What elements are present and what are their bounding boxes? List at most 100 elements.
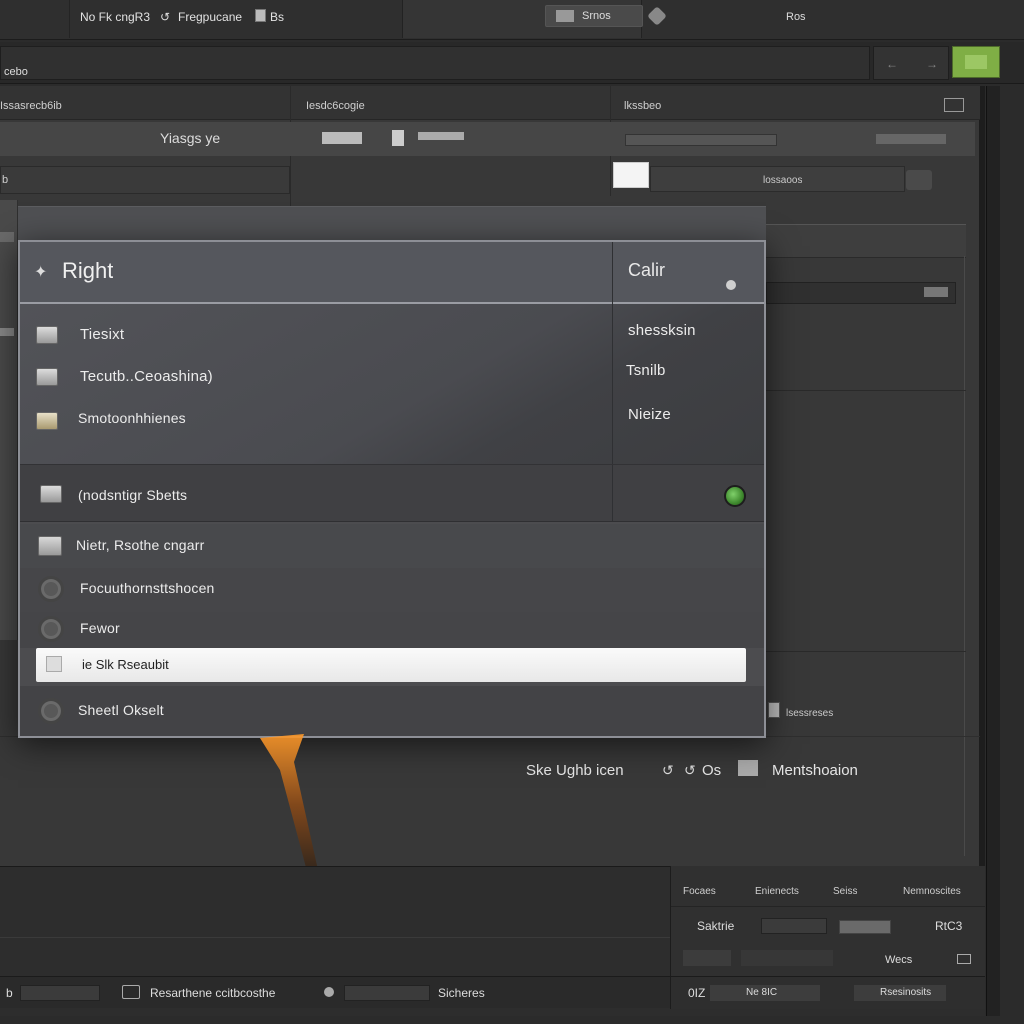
radio-icon — [38, 698, 64, 724]
tag-icon[interactable] — [647, 6, 667, 26]
tab-focus[interactable]: Focaes — [683, 886, 716, 897]
ruler-marker-b[interactable] — [392, 130, 404, 146]
monitor-icon[interactable] — [122, 985, 140, 999]
record-icon[interactable] — [324, 987, 334, 997]
dialog-tab-strip — [18, 206, 766, 242]
option-label: Nietr, Rsothe cngarr — [76, 537, 205, 553]
dialog-header: ✦ Right Calir — [20, 242, 764, 304]
dot-indicator — [726, 280, 736, 290]
list-item-label: Tiesixt — [80, 326, 125, 343]
status-indicator-icon[interactable] — [724, 485, 746, 507]
vertical-scrollbar[interactable] — [986, 86, 1000, 1016]
checkbox-icon — [38, 536, 62, 556]
tab-elements[interactable]: Enienects — [755, 886, 799, 897]
option-label: ie Slk Rseaubit — [82, 657, 169, 672]
option-row-selected[interactable]: ie Slk Rseaubit — [36, 648, 746, 682]
note-icon — [768, 702, 780, 718]
menu-corner — [0, 0, 70, 38]
option-label: Sheetl Okselt — [78, 702, 164, 718]
left-gutter — [0, 200, 18, 640]
radio-icon — [38, 576, 64, 602]
property-field-a[interactable] — [761, 918, 827, 934]
option-label: Focuuthornsttshocen — [80, 580, 215, 596]
progress-track[interactable] — [625, 134, 777, 146]
property-value: RtC3 — [935, 919, 963, 933]
right-field-button[interactable] — [906, 170, 932, 190]
status-field-3[interactable]: Ne 8IC — [710, 985, 820, 1001]
radio-icon — [38, 616, 64, 642]
ruler-marker-a[interactable] — [322, 132, 362, 144]
back-icon[interactable]: ← — [886, 57, 898, 71]
clock-icon-2: ↺ — [662, 762, 674, 778]
menu-item-bs[interactable]: Bs — [270, 10, 284, 24]
play-icon — [965, 55, 987, 69]
list-item-side: shessksin — [628, 322, 696, 339]
status-field[interactable] — [20, 985, 100, 1001]
side-panel-field-icon — [924, 287, 948, 297]
option-row[interactable]: Sheetl Okselt — [20, 686, 764, 736]
status-field-4[interactable]: Rsesinosits — [854, 985, 946, 1001]
property-label: Saktrie — [697, 919, 735, 933]
forward-icon[interactable]: → — [926, 57, 938, 71]
option-row-active[interactable]: (nodsntigr Sbetts — [20, 464, 764, 522]
search-button[interactable]: Srnos — [545, 5, 643, 27]
option-row[interactable]: Nietr, Rsothe cngarr — [20, 524, 764, 568]
side-note: lsessreses — [786, 708, 834, 719]
property-field-c[interactable] — [741, 950, 833, 966]
panel-title-mid: Iesdc6cogie — [306, 100, 365, 112]
image-icon — [40, 485, 62, 503]
color-swatch[interactable] — [613, 162, 649, 188]
property-value-2: Wecs — [885, 954, 913, 966]
status-mid-label: Resarthene ccitbcosthe — [150, 986, 276, 1000]
run-button[interactable] — [952, 46, 1000, 78]
ruler-row — [0, 122, 975, 156]
tab-nemnoscites[interactable]: Nemnoscites — [903, 886, 961, 897]
menu-item-file[interactable]: No Fk cngR3 — [80, 10, 150, 24]
property-toggle[interactable] — [839, 920, 891, 934]
list-item[interactable]: Tecutb..Ceoashina) Tsnilb — [20, 362, 764, 394]
list-item-label: Tecutb..Ceoashina) — [80, 368, 213, 385]
menu-item-preferences[interactable]: Fregpucane — [178, 10, 242, 24]
file-icon — [36, 326, 58, 344]
grid-icon — [738, 760, 758, 776]
panel-title-right: lkssbeo — [624, 100, 662, 112]
refresh-icon: ↺ — [684, 762, 696, 778]
window-icon[interactable] — [944, 98, 964, 112]
menu-bar: No Fk cngR3 ↺ Fregpucane Bs Srnos Ros — [0, 0, 1024, 40]
list-item-side: Nieize — [628, 406, 671, 423]
status-bar: b Resarthene ccitbcosthe Sicheres 0IZ Ne… — [0, 976, 985, 1009]
editor-caption-3: Mentshoaion — [772, 762, 858, 779]
option-row[interactable]: Fewor — [20, 612, 764, 648]
tab-settings[interactable]: Seiss — [833, 886, 857, 897]
status-end-label: Rsesinosits — [880, 987, 932, 998]
option-label: Fewor — [80, 620, 120, 636]
property-field-b[interactable] — [683, 950, 731, 966]
far-left-label: b — [2, 174, 9, 186]
toolbar-nav-group: ← → — [873, 46, 949, 80]
toolbar: cebo ← → — [0, 42, 1024, 84]
list-item-side: Tsnilb — [626, 362, 666, 379]
properties-panel: Focaes Enienects Seiss Nemnoscites Saktr… — [670, 866, 985, 976]
list-item[interactable]: Tiesixt shessksin — [20, 322, 764, 352]
search-label: Srnos — [582, 10, 611, 22]
toolbar-well — [0, 46, 870, 80]
status-field-2[interactable] — [344, 985, 430, 1001]
menu-right-label[interactable]: Ros — [786, 11, 806, 23]
checkbox-icon — [46, 656, 62, 672]
document-icon — [255, 9, 266, 22]
list-item-label: Smotoonhhienes — [78, 410, 186, 426]
list-item[interactable]: Smotoonhhienes Nieize — [20, 406, 764, 436]
folder-icon — [36, 412, 58, 430]
option-row[interactable]: Focuuthornsttshocen — [20, 568, 764, 612]
status-right-label: Sicheres — [438, 986, 485, 1000]
right-field[interactable]: lossaoos — [650, 166, 905, 192]
image-icon — [556, 10, 574, 22]
ruler-marker-c[interactable] — [418, 132, 464, 140]
status-far-label: 0IZ — [688, 986, 706, 1000]
editor-caption-2: Os — [702, 762, 722, 779]
side-panel-header — [766, 224, 966, 258]
ruler-slider[interactable] — [876, 134, 946, 144]
ruler-text: Yiasgs ye — [160, 130, 221, 146]
dialog-title: Right — [62, 258, 114, 283]
expand-icon[interactable] — [957, 954, 971, 964]
